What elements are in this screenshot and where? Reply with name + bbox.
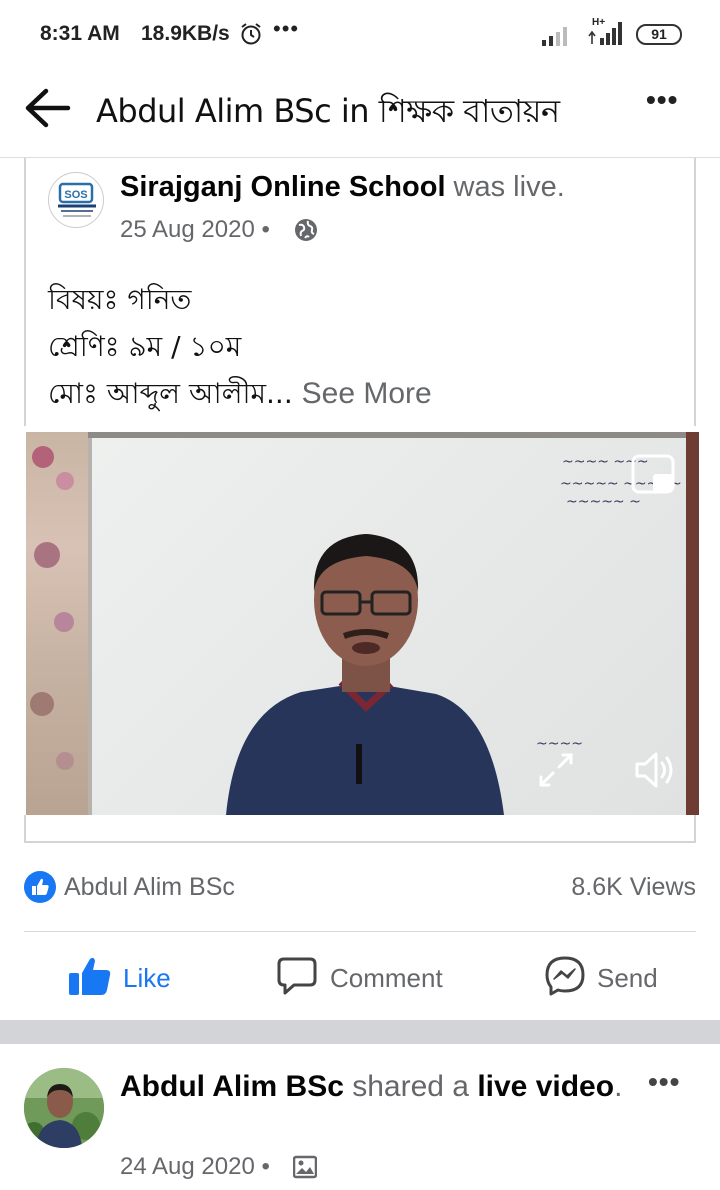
post-more-icon[interactable]: ••• [648, 1066, 680, 1098]
video-player[interactable]: ~~~~ ~~~ ~~~~~ ~~~~~ ~~~~~ ~ ~~~~ [26, 432, 699, 815]
post-date-text: 24 Aug 2020 [120, 1153, 255, 1180]
alarm-icon [241, 23, 261, 45]
school-logo-icon: SOS [58, 182, 96, 217]
page-avatar[interactable]: SOS [48, 172, 104, 228]
post-text-line-1: বিষয়ঃ গনিত [48, 283, 192, 316]
see-more-link[interactable]: See More [302, 377, 432, 410]
board-writing: ~~~~~ ~ [566, 494, 641, 510]
signal-weak-icon [542, 27, 567, 46]
volume-icon[interactable] [634, 750, 678, 790]
page-title: Abdul Alim BSc in শিক্ষক বাতায়ন [96, 92, 560, 130]
send-button[interactable]: Send [544, 955, 658, 1001]
video-wall-decor [26, 432, 88, 815]
view-count[interactable]: 8.6K Views [571, 873, 696, 902]
divider [24, 931, 696, 932]
thumbs-up-icon [69, 957, 111, 995]
post-text-line-3-content: মোঃ আব্দুল আলীম... [48, 377, 293, 410]
shared-post-header: Abdul Alim BSc shared a live video. [120, 1068, 630, 1106]
back-arrow-icon[interactable] [22, 86, 72, 130]
fullscreen-icon[interactable] [538, 752, 574, 788]
shared-post-frame-bottom [24, 815, 696, 843]
like-label: Like [123, 963, 171, 993]
picture-in-picture-icon[interactable] [631, 454, 675, 494]
status-time: 8:31 AM [40, 22, 120, 45]
author-name-link[interactable]: Abdul Alim BSc [120, 1070, 344, 1103]
status-overflow-icon: ••• [273, 16, 300, 41]
app-header: Abdul Alim BSc in শিক্ষক বাতায়ন ••• [0, 70, 720, 158]
post-date-text: 25 Aug 2020 [120, 216, 255, 243]
globe-icon [295, 219, 317, 241]
teacher-figure [226, 534, 504, 815]
like-button[interactable]: Like [68, 955, 171, 1001]
post-date[interactable]: 24 Aug 2020 • [120, 1153, 270, 1181]
send-label: Send [597, 963, 658, 993]
photo-icon [293, 1155, 317, 1179]
sentence-end: . [614, 1070, 623, 1103]
status-network-speed: 18.9KB/s [141, 22, 230, 45]
status-bar: 8:31 AM 18.9KB/s ••• H+ 91 [0, 0, 720, 70]
board-writing: ~~~~ [536, 736, 583, 752]
like-reaction-icon[interactable] [24, 871, 56, 903]
profile-photo [24, 1068, 104, 1148]
post-text-line-3: মোঃ আব্দুল আলীম... See More [48, 372, 432, 419]
post-date[interactable]: 25 Aug 2020 • [120, 216, 270, 244]
signal-icon [588, 22, 622, 45]
live-video-link[interactable]: live video [477, 1070, 614, 1103]
logo-text: SOS [64, 189, 87, 201]
video-board-edge [686, 432, 699, 815]
shared-text: shared a [343, 1070, 478, 1103]
reactor-name[interactable]: Abdul Alim BSc [64, 873, 235, 902]
avatar[interactable] [24, 1068, 104, 1148]
messenger-icon [545, 956, 585, 996]
date-separator: • [261, 1153, 270, 1180]
header-more-icon[interactable]: ••• [646, 84, 678, 116]
comment-button[interactable]: Comment [276, 955, 443, 1001]
post-text-line-2: শ্রেণিঃ ৯ম / ১০ম [48, 330, 242, 363]
thumbs-up-icon [32, 878, 49, 895]
comment-icon [277, 957, 317, 995]
post-author-line: Sirajganj Online School was live. [120, 171, 565, 204]
feed-separator [0, 1020, 720, 1044]
date-separator: • [261, 216, 270, 243]
page-name-link[interactable]: Sirajganj Online School [120, 171, 446, 203]
post-action-text: was live. [445, 171, 565, 203]
comment-label: Comment [330, 963, 443, 993]
battery-icon: 91 [636, 24, 682, 45]
